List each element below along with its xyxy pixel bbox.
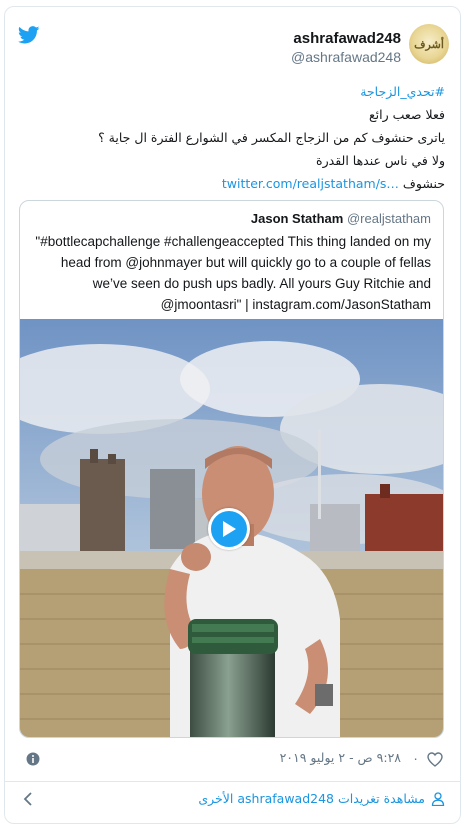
- heart-icon[interactable]: [427, 752, 443, 767]
- hashtag-link[interactable]: #تحدي_الزجاجة: [360, 84, 445, 99]
- quote-handle: @realjstatham: [346, 211, 431, 226]
- tweet-text: #تحدي_الزجاجة فعلا صعب رائع ياترى حنشوف …: [25, 80, 445, 195]
- twitter-bird-icon[interactable]: [18, 26, 40, 44]
- tweet-line: ولا في ناس عندها القدرة: [316, 153, 445, 168]
- more-tweets-label: مشاهدة تغريدات ashrafawad248 الأخرى: [198, 791, 425, 806]
- display-name[interactable]: ashrafawad248: [293, 30, 401, 47]
- footer-divider: [5, 781, 460, 782]
- tweet-line: ياترى حنشوف كم من الزجاج المكسر في الشوا…: [98, 130, 445, 145]
- avatar-text: أشرف: [414, 37, 444, 51]
- like-count: ٠: [412, 751, 419, 766]
- chevron-left-icon[interactable]: [22, 792, 34, 806]
- more-tweets-link[interactable]: مشاهدة تغريدات ashrafawad248 الأخرى: [198, 791, 445, 806]
- tweet-line: فعلا صعب رائع: [369, 107, 445, 122]
- quote-text: "#bottlecapchallenge #challengeaccepted …: [35, 234, 431, 312]
- video-thumbnail[interactable]: [20, 319, 443, 737]
- quote-name: Jason Statham: [250, 211, 344, 226]
- info-icon[interactable]: [26, 752, 40, 766]
- person-icon: [431, 791, 445, 806]
- tweet-line: حنشوف: [402, 176, 445, 191]
- quote-author[interactable]: Jason Statham @realjstatham: [251, 211, 431, 226]
- avatar[interactable]: أشرف: [409, 24, 449, 64]
- timestamp[interactable]: ٩:٢٨ ص - ٢ يوليو ٢٠١٩: [280, 750, 401, 765]
- user-handle[interactable]: @ashrafawad248: [291, 49, 401, 65]
- play-icon: [223, 521, 236, 537]
- quoted-tweet[interactable]: Jason Statham @realjstatham "#bottlecapc…: [19, 200, 444, 738]
- tweet-footer: ٠ ٩:٢٨ ص - ٢ يوليو ٢٠١٩: [4, 748, 461, 772]
- play-button[interactable]: [208, 508, 250, 550]
- tweet-link[interactable]: twitter.com/realjstatham/s…: [222, 176, 399, 191]
